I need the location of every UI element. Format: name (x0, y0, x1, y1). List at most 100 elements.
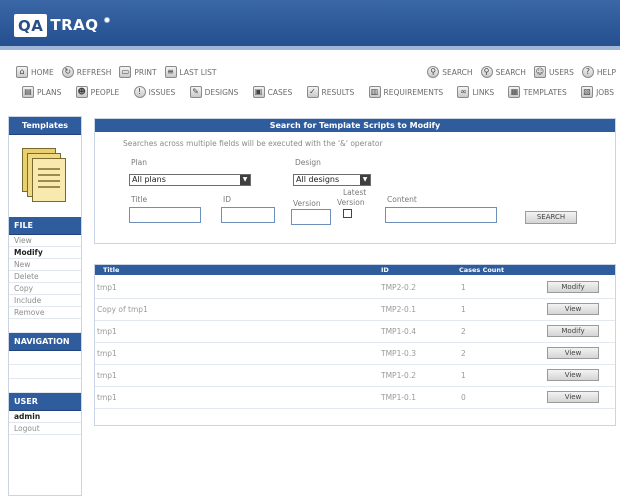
module-templates-label: TEMPLATES (523, 87, 567, 97)
module-cases-button[interactable]: ▣ CASES (252, 86, 293, 98)
logo-trak-text: TRAQ (50, 16, 99, 34)
toolbar-search-reports-label: SEARCH (495, 67, 526, 77)
toolbar-last-list-label: LAST LIST (179, 67, 217, 77)
row-title: Copy of tmp1 (97, 305, 148, 314)
refresh-icon: ↻ (61, 66, 74, 78)
jobs-icon: ▧ (581, 86, 594, 98)
sidebar-nav-empty-row (9, 379, 81, 393)
sidebar-title: Templates (9, 117, 81, 135)
toolbar-users-label: USERS (548, 67, 574, 77)
table-row: tmp1 TMP1-0.3 2 View (95, 343, 615, 365)
module-requirements-button[interactable]: ▥ REQUIREMENTS (368, 86, 443, 98)
id-input[interactable] (221, 207, 275, 223)
column-title-header[interactable]: Title (103, 266, 119, 274)
toolbar-search-button[interactable]: ⚲ SEARCH (427, 66, 473, 78)
title-label: Title (131, 195, 148, 204)
module-plans-label: PLANS (37, 87, 62, 97)
sidebar-nav-empty-row (9, 351, 81, 365)
table-row: Copy of tmp1 TMP2-0.1 1 View (95, 299, 615, 321)
module-designs-button[interactable]: ✎ DESIGNS (189, 86, 238, 98)
row-title: tmp1 (97, 327, 117, 336)
toolbar-help-button[interactable]: ? HELP (581, 66, 616, 78)
module-cases-label: CASES (267, 87, 293, 97)
search-hint: Searches across multiple fields will be … (123, 139, 383, 148)
module-people-label: PEOPLE (90, 87, 120, 97)
sidebar-section-user: USER (9, 393, 81, 411)
column-id-header[interactable]: ID (381, 266, 389, 274)
plan-select-value: All plans (132, 175, 166, 184)
row-cases-count: 2 (461, 327, 466, 336)
toolbar-home-button[interactable]: ⌂ HOME (16, 66, 54, 78)
plan-label: Plan (131, 158, 147, 167)
sidebar-item-copy[interactable]: Copy (9, 283, 81, 295)
results-icon: ✓ (306, 86, 319, 98)
latest-version-checkbox[interactable] (343, 209, 352, 218)
module-issues-button[interactable]: ! ISSUES (133, 86, 175, 98)
sidebar-section-navigation: NAVIGATION (9, 333, 81, 351)
module-people-button[interactable]: ☻ PEOPLE (75, 86, 120, 98)
search-panel: Search for Template Scripts to Modify Se… (94, 118, 616, 244)
module-templates-button[interactable]: ▦ TEMPLATES (508, 86, 567, 98)
modules-toolbar: ▤ PLANS ☻ PEOPLE ! ISSUES ✎ DESIGNS ▣ CA… (0, 82, 620, 102)
sidebar-item-new[interactable]: New (9, 259, 81, 271)
toolbar-users-button[interactable]: ☺ USERS (533, 66, 574, 78)
view-button[interactable]: View (547, 369, 599, 381)
module-jobs-button[interactable]: ▧ JOBS (581, 86, 614, 98)
row-id: TMP2-0.1 (381, 305, 416, 314)
row-cases-count: 2 (461, 349, 466, 358)
users-icon: ☺ (533, 66, 546, 78)
cases-icon: ▣ (252, 86, 265, 98)
search-button[interactable]: SEARCH (525, 211, 577, 224)
content-label: Content (387, 195, 417, 204)
toolbar-last-list-button[interactable]: ≡ LAST LIST (164, 66, 217, 78)
module-links-button[interactable]: ∞ LINKS (457, 86, 494, 98)
toolbar-help-label: HELP (596, 67, 616, 77)
row-cases-count: 1 (461, 283, 466, 292)
toolbar-home-label: HOME (31, 67, 54, 77)
sidebar-item-include[interactable]: Include (9, 295, 81, 307)
plan-select[interactable]: All plans ▼ (129, 174, 251, 186)
design-select[interactable]: All designs ▼ (293, 174, 371, 186)
sidebar-section-file: FILE (9, 217, 81, 235)
search-icon: ⚲ (427, 66, 440, 78)
module-jobs-label: JOBS (596, 87, 614, 97)
templates-illustration (9, 135, 81, 217)
view-button[interactable]: View (547, 347, 599, 359)
row-title: tmp1 (97, 393, 117, 402)
sidebar-item-remove[interactable]: Remove (9, 307, 81, 319)
module-plans-button[interactable]: ▤ PLANS (22, 86, 61, 98)
toolbar-print-label: PRINT (134, 67, 157, 77)
designs-icon: ✎ (189, 86, 202, 98)
row-id: TMP1-0.1 (381, 393, 416, 402)
header-rule (0, 46, 620, 50)
results-header: Title ID Cases Count (95, 265, 615, 275)
sidebar-nav-empty-row (9, 365, 81, 379)
toolbar-refresh-button[interactable]: ↻ REFRESH (61, 66, 111, 78)
chevron-down-icon: ▼ (240, 175, 250, 185)
toolbar-print-button[interactable]: ▭ PRINT (119, 66, 157, 78)
sidebar-logout-link[interactable]: Logout (9, 423, 81, 435)
sidebar-item-modify[interactable]: Modify (9, 247, 81, 259)
sidebar-item-view[interactable]: View (9, 235, 81, 247)
title-input[interactable] (129, 207, 201, 223)
table-row: tmp1 TMP1-0.4 2 Modify (95, 321, 615, 343)
row-cases-count: 0 (461, 393, 466, 402)
view-button[interactable]: View (547, 303, 599, 315)
logo-qa-text: QA (14, 13, 48, 37)
home-icon: ⌂ (16, 66, 28, 78)
sidebar: Templates FILE View Modify New Delete Co… (8, 116, 82, 496)
sidebar-item-delete[interactable]: Delete (9, 271, 81, 283)
module-results-button[interactable]: ✓ RESULTS (306, 86, 354, 98)
view-button[interactable]: View (547, 391, 599, 403)
modify-button[interactable]: Modify (547, 325, 599, 337)
logo-dot-icon (104, 17, 110, 23)
documents-icon (22, 148, 68, 204)
toolbar-search-reports-button[interactable]: ⚲ SEARCH (480, 66, 526, 78)
version-input[interactable] (291, 209, 331, 225)
requirements-icon: ▥ (368, 86, 381, 98)
app-logo[interactable]: QA TRAQ (14, 12, 110, 38)
app-header: QA TRAQ (0, 0, 620, 50)
modify-button[interactable]: Modify (547, 281, 599, 293)
column-cases-count-header[interactable]: Cases Count (459, 266, 504, 274)
content-input[interactable] (385, 207, 497, 223)
